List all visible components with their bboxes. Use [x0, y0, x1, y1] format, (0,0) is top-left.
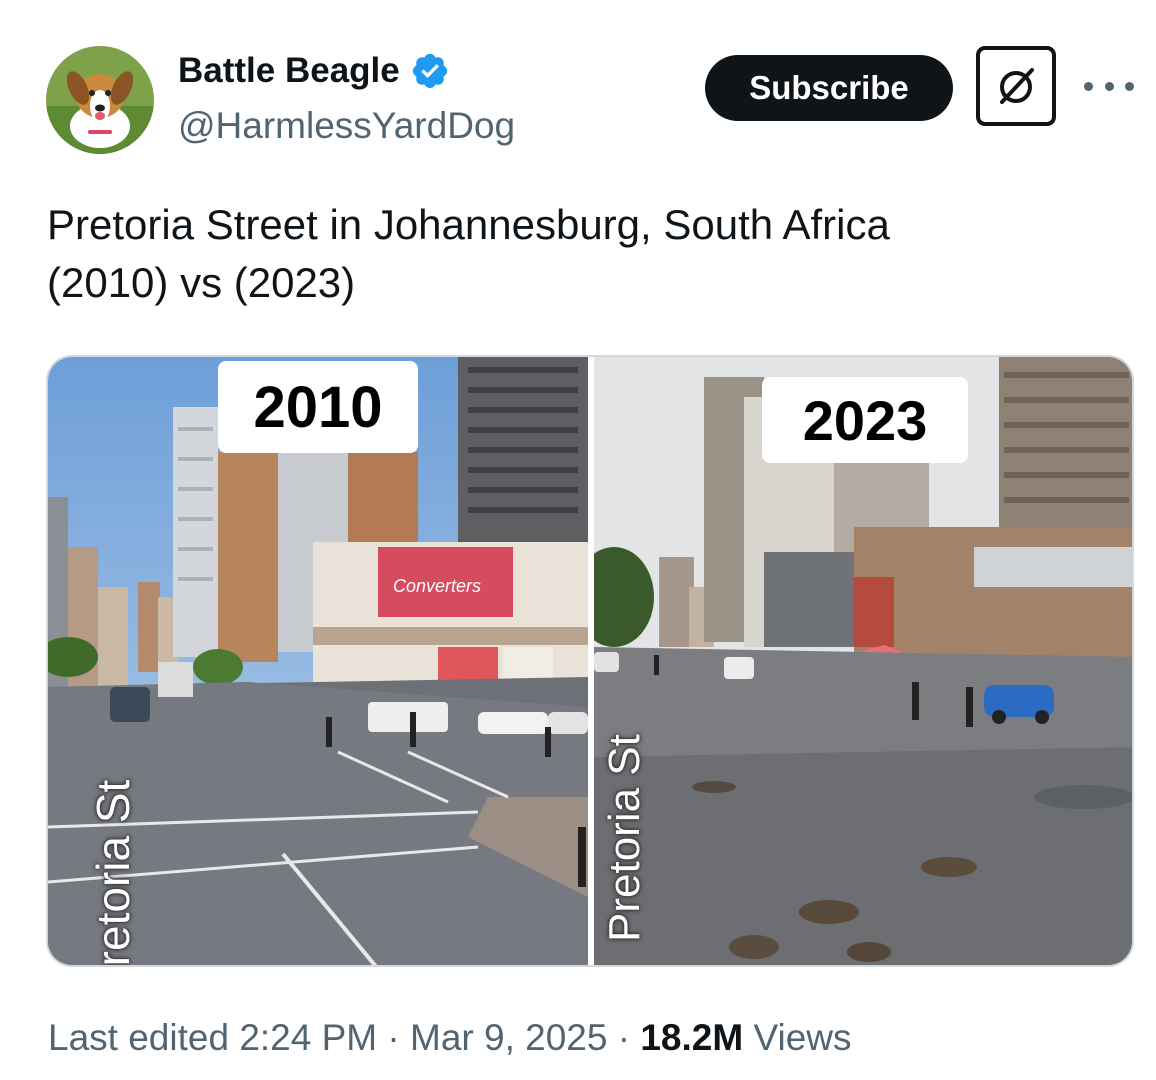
tweet-date[interactable]: Mar 9, 2025: [410, 1015, 607, 1061]
more-dot: [1084, 81, 1093, 91]
more-options-button[interactable]: [1084, 66, 1134, 106]
separator: ·: [607, 1017, 641, 1058]
edited-prefix: Last edited: [48, 1017, 240, 1058]
year-label-2010: 2010: [218, 361, 418, 453]
more-dot: [1125, 81, 1134, 91]
author-display-name[interactable]: Battle Beagle: [178, 50, 400, 92]
grok-icon: [1000, 68, 1034, 104]
tweet-media[interactable]: Converters 2010 Pretoria St 2023 Pretori…: [46, 355, 1134, 967]
beagle-avatar-icon: [46, 46, 154, 154]
grok-button[interactable]: [976, 46, 1056, 126]
views-count[interactable]: 18.2M: [640, 1015, 743, 1061]
photo-2010[interactable]: Converters 2010 Pretoria St: [48, 357, 588, 967]
svg-text:Converters: Converters: [393, 576, 481, 596]
photo-2023[interactable]: 2023 Pretoria St: [594, 357, 1132, 965]
author-avatar[interactable]: [46, 46, 154, 154]
subscribe-button[interactable]: Subscribe: [705, 55, 953, 121]
year-label-2023: 2023: [762, 377, 968, 463]
author-name-row: Battle Beagle: [178, 50, 450, 92]
street-name-label: Pretoria St: [600, 734, 649, 942]
separator: ·: [377, 1017, 410, 1058]
tweet-metadata: Last edited 2:24 PM · Mar 9, 2025 · 18.2…: [48, 1015, 852, 1061]
more-dot: [1104, 81, 1114, 91]
author-handle[interactable]: @HarmlessYardDog: [178, 104, 515, 148]
tweet-text: Pretoria Street in Johannesburg, South A…: [47, 201, 890, 306]
street-name-label: Pretoria St: [87, 779, 139, 967]
tweet-time[interactable]: 2:24 PM: [239, 1015, 377, 1061]
verified-badge-icon[interactable]: [410, 51, 450, 91]
views-label: Views: [743, 1017, 852, 1058]
